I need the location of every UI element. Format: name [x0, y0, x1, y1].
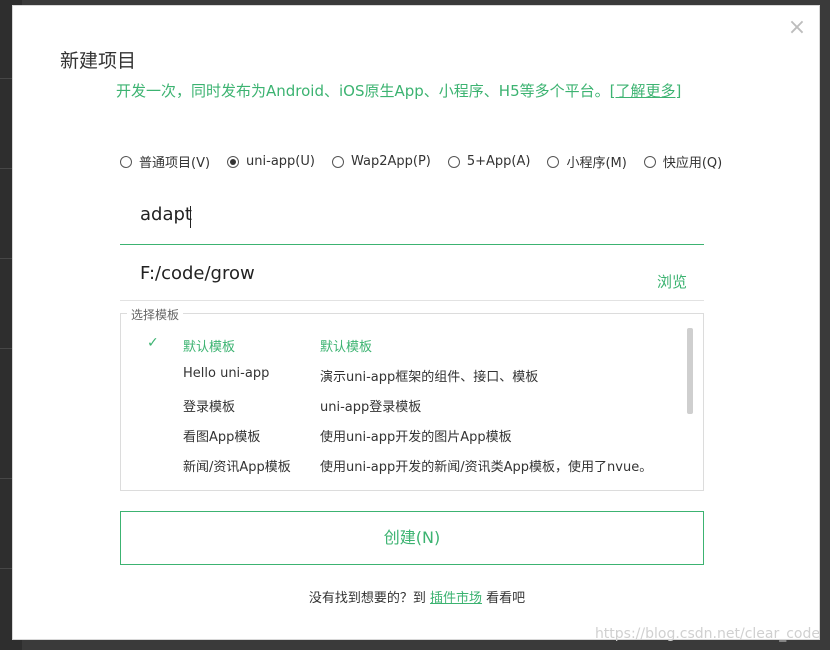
browse-button[interactable]: 浏览 [657, 271, 687, 292]
project-path-input[interactable] [140, 263, 620, 284]
radio-circle-icon [643, 155, 656, 168]
subtitle-text: 开发一次，同时发布为Android、iOS原生App、小程序、H5等多个平台。 [116, 82, 610, 100]
watermark: https://blog.csdn.net/clear_code [594, 626, 820, 642]
project-type-group: 普通项目(V) uni-app(U) Wap2App(P) 5+App(A) 小… [120, 152, 722, 171]
template-name: 新闻/资讯App模板 [183, 460, 291, 475]
project-name-field [120, 194, 704, 245]
plugin-market-link[interactable]: 插件市场 [430, 591, 482, 606]
template-row-hello-uni-app[interactable]: Hello uni-app 演示uni-app框架的组件、接口、模板 [121, 360, 681, 390]
radio-label: Wap2App(P) [350, 154, 431, 169]
dialog-title: 新建项目 [60, 50, 137, 72]
radio-normal-project[interactable]: 普通项目(V) [120, 152, 210, 171]
template-desc: uni-app登录模板 [320, 400, 422, 415]
template-list: 选择模板 ✓ 默认模板 默认模板 Hello uni-app 演示uni-app… [120, 306, 704, 491]
radio-mini-program[interactable]: 小程序(M) [547, 152, 627, 171]
radio-circle-icon [227, 155, 240, 168]
create-button[interactable]: 创建(N) [120, 511, 704, 565]
close-icon[interactable]: × [787, 17, 807, 39]
template-scrollbar[interactable] [687, 328, 693, 414]
template-legend: 选择模板 [127, 306, 184, 323]
radio-label: 快应用(Q) [662, 156, 723, 171]
radio-circle-icon [547, 155, 560, 168]
radio-circle-icon [120, 155, 132, 168]
template-row-login[interactable]: 登录模板 uni-app登录模板 [121, 390, 681, 420]
template-row-default[interactable]: ✓ 默认模板 默认模板 [121, 330, 681, 360]
radio-label: uni-app(U) [246, 154, 315, 169]
project-path-field: 浏览 [120, 253, 704, 301]
radio-label: 小程序(M) [566, 156, 627, 171]
template-desc: 演示uni-app框架的组件、接口、模板 [320, 370, 539, 385]
radio-label: 5+App(A) [466, 154, 531, 169]
template-row-news-app[interactable]: 新闻/资讯App模板 使用uni-app开发的新闻/资讯类App模板，使用了nv… [121, 450, 681, 480]
template-desc: 使用uni-app开发的新闻/资讯类App模板，使用了nvue。 [320, 460, 653, 475]
radio-label: 普通项目(V) [139, 156, 211, 171]
radio-5plus-app[interactable]: 5+App(A) [447, 152, 531, 171]
project-name-input[interactable] [140, 204, 640, 225]
radio-quick-app[interactable]: 快应用(Q) [643, 152, 723, 171]
learn-more-link[interactable]: [了解更多] [610, 82, 682, 100]
template-name: 看图App模板 [183, 430, 261, 445]
footer-hint: 没有找到想要的？到 插件市场 看看吧 [13, 587, 821, 606]
radio-circle-icon [447, 155, 460, 168]
template-name: 默认模板 [183, 340, 236, 355]
radio-circle-icon [331, 155, 344, 168]
template-desc: 使用uni-app开发的图片App模板 [320, 430, 512, 445]
checkmark-icon: ✓ [147, 335, 159, 351]
radio-wap2app[interactable]: Wap2App(P) [331, 152, 431, 171]
template-name: 登录模板 [183, 400, 236, 415]
dialog-subtitle: 开发一次，同时发布为Android、iOS原生App、小程序、H5等多个平台。[… [116, 80, 681, 101]
footer-suffix: 看看吧 [486, 591, 526, 606]
template-desc: 默认模板 [320, 340, 373, 355]
footer-prefix: 没有找到想要的？到 [308, 591, 426, 606]
template-row-picture-app[interactable]: 看图App模板 使用uni-app开发的图片App模板 [121, 420, 681, 450]
radio-uni-app[interactable]: uni-app(U) [227, 152, 315, 171]
new-project-dialog: × 新建项目 开发一次，同时发布为Android、iOS原生App、小程序、H5… [12, 5, 820, 640]
text-caret [190, 206, 191, 228]
template-name: Hello uni-app [183, 366, 270, 381]
